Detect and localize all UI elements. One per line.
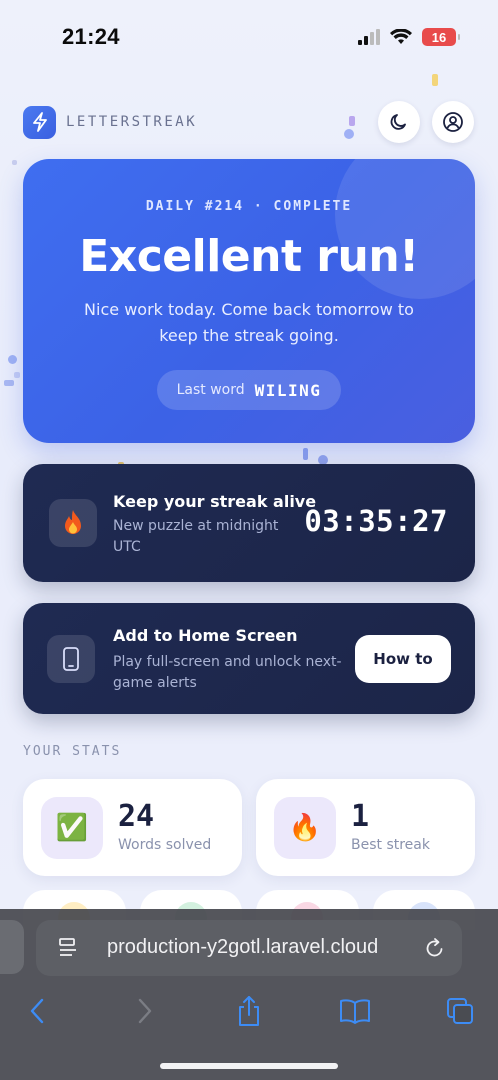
battery-level: 16 [431,29,447,45]
back-icon [30,998,44,1024]
battery-icon: 16 [422,28,460,46]
url-text: production-y2gotl.laravel.cloud [107,936,379,958]
header-actions [378,101,474,143]
hero-title: Excellent run! [79,231,419,282]
reload-icon[interactable] [424,936,446,960]
share-icon [239,996,259,1026]
app-header: LETTERSTREAK [23,100,474,144]
phone-icon [47,635,95,683]
fire-icon: 🔥 [274,797,336,859]
browser-toolbar: production-y2gotl.laravel.cloud [0,909,498,1080]
brand[interactable]: LETTERSTREAK [23,105,198,139]
stat-value: 24 [118,799,155,834]
tabs-button[interactable] [440,991,480,1031]
countdown-timer: 03:35:27 [304,504,448,538]
streak-title: Keep your streak alive [113,492,317,511]
forward-icon [138,998,152,1024]
result-hero-card: DAILY #214 · COMPLETE Excellent run! Nic… [23,159,475,443]
wifi-icon [390,29,412,44]
brand-name: LETTERSTREAK [66,114,198,130]
forward-button[interactable] [125,991,165,1031]
share-button[interactable] [229,991,269,1031]
moon-icon [390,114,406,130]
check-box-icon: ✅ [41,797,103,859]
stats-section-label: YOUR STATS [23,744,122,759]
cellular-signal-icon [358,29,380,45]
previous-tab-preview[interactable] [0,920,24,974]
fire-icon [49,499,97,547]
tabs-icon [447,998,473,1024]
last-word-value: WILING [254,380,322,400]
user-circle-icon [443,112,463,132]
streak-card: Keep your streak alive New puzzle at mid… [23,464,475,582]
stat-card-best-streak: 🔥 1 Best streak [256,779,475,876]
how-to-button[interactable]: How to [355,635,451,683]
hero-subtitle: Nice work today. Come back tomorrow to k… [84,300,414,345]
lightning-icon [23,105,56,139]
status-bar: 21:24 16 [0,0,498,74]
bookmarks-icon [340,999,370,1024]
theme-toggle-button[interactable] [378,101,420,143]
page-menu-icon[interactable] [58,936,80,960]
home-indicator [160,1063,338,1069]
daily-status: DAILY #214 · COMPLETE [145,199,353,214]
back-button[interactable] [17,991,57,1031]
stat-label: Best streak [351,837,430,853]
stat-card-words-solved: ✅ 24 Words solved [23,779,242,876]
account-button[interactable] [432,101,474,143]
status-time: 21:24 [62,24,120,49]
browser-nav [0,991,498,1031]
last-word-pill: Last word WILING [157,370,341,410]
home-card-title: Add to Home Screen [113,626,298,645]
address-bar[interactable]: production-y2gotl.laravel.cloud [36,920,462,976]
bookmarks-button[interactable] [335,991,375,1031]
streak-subtitle: New puzzle at midnight UTC [113,518,279,555]
stat-label: Words solved [118,837,212,853]
add-to-home-card: Add to Home Screen Play full-screen and … [23,603,475,714]
system-icons: 16 [358,28,460,46]
stat-value: 1 [351,799,370,834]
last-word-label: Last word [176,382,245,398]
home-card-text: Play full-screen and unlock next-game al… [113,654,342,691]
